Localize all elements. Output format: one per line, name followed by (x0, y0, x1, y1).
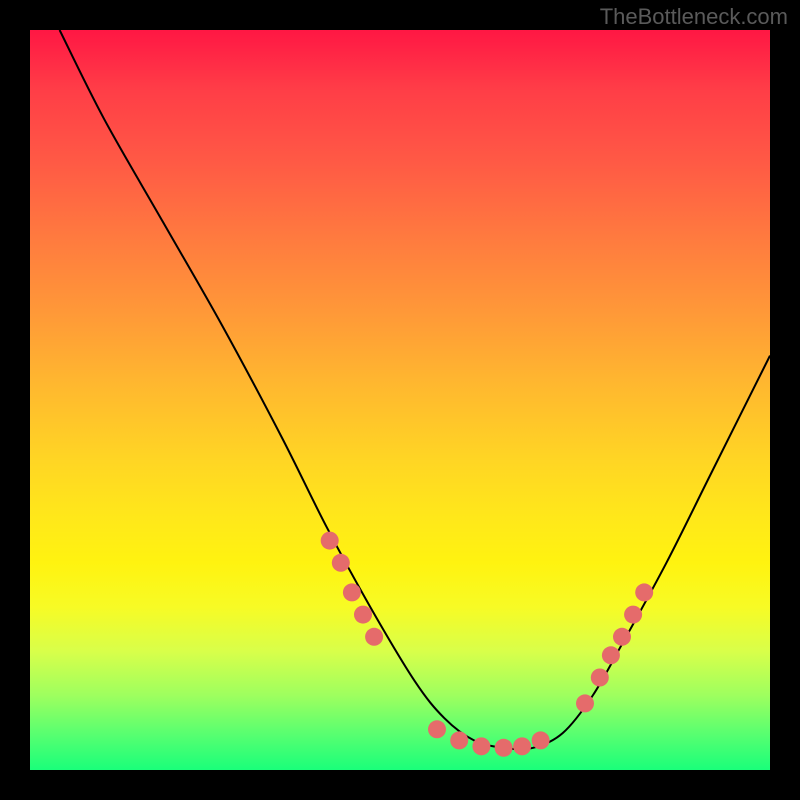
chart-marker-dot (635, 583, 653, 601)
bottleneck-curve-line (60, 30, 770, 749)
chart-marker-dot (513, 737, 531, 755)
chart-marker-dot (428, 720, 446, 738)
watermark-text: TheBottleneck.com (600, 4, 788, 30)
chart-marker-dot (495, 739, 513, 757)
chart-marker-dot (576, 694, 594, 712)
chart-marker-dot (472, 737, 490, 755)
chart-marker-dot (354, 606, 372, 624)
chart-markers (321, 532, 654, 757)
chart-marker-dot (450, 731, 468, 749)
chart-plot-area (30, 30, 770, 770)
chart-marker-dot (365, 628, 383, 646)
chart-svg (30, 30, 770, 770)
chart-marker-dot (613, 628, 631, 646)
chart-marker-dot (332, 554, 350, 572)
chart-marker-dot (343, 583, 361, 601)
chart-marker-dot (321, 532, 339, 550)
chart-marker-dot (602, 646, 620, 664)
chart-marker-dot (591, 669, 609, 687)
chart-marker-dot (532, 731, 550, 749)
chart-marker-dot (624, 606, 642, 624)
